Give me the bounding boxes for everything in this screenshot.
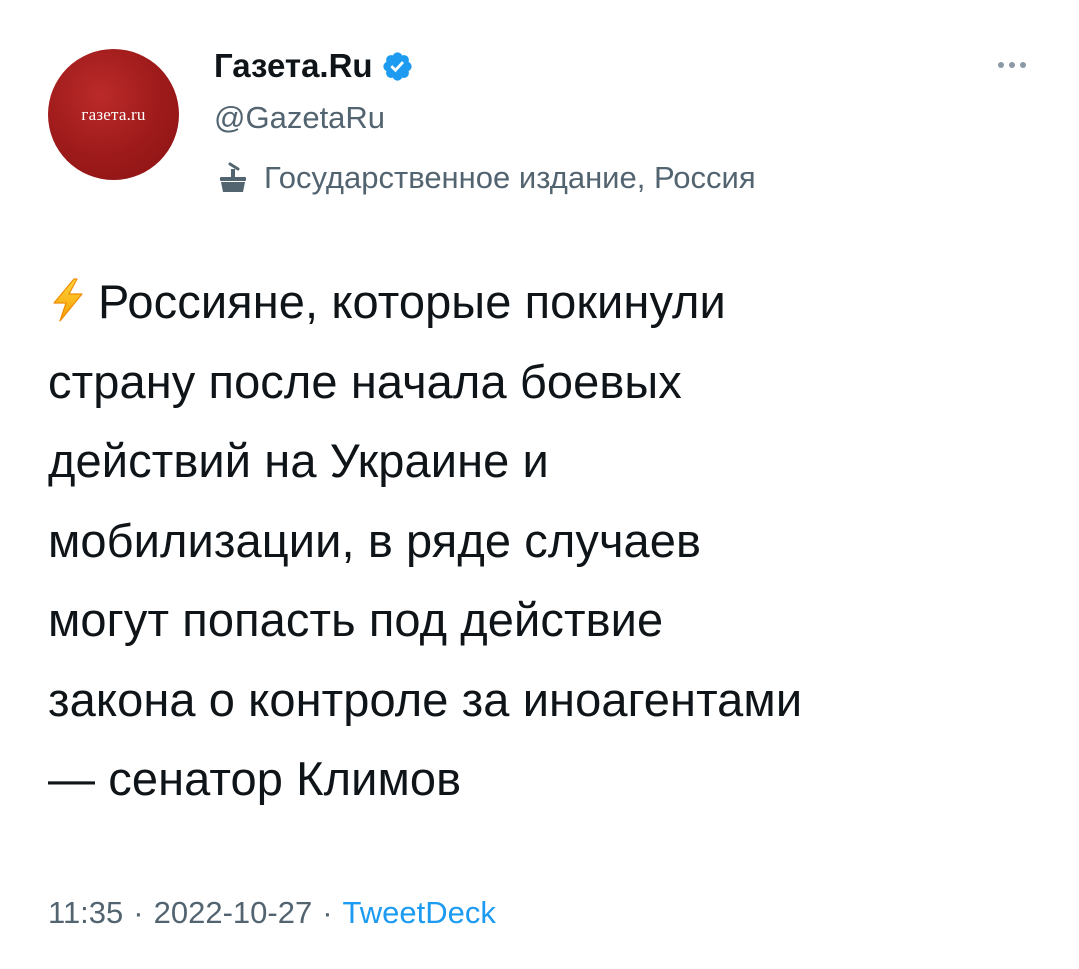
tweet: газета.ru Газета.Ru @GazetaRu Государств… [0,0,1079,969]
more-options-button[interactable] [986,50,1038,80]
name-row: Газета.Ru [214,44,414,88]
tweet-source-link[interactable]: TweetDeck [343,893,496,933]
display-name[interactable]: Газета.Ru [214,44,373,88]
state-media-icon [216,161,250,195]
tweet-meta: 11:35 · 2022-10-27 · TweetDeck [48,893,496,933]
state-media-text: Государственное издание, Россия [264,160,756,195]
tweet-body-text: Россияне, которые покинули страну после … [48,275,803,805]
tweet-date[interactable]: 2022-10-27 [154,893,313,933]
lightning-icon [48,266,88,322]
meta-separator: · [322,895,333,930]
more-dot-icon [1020,62,1026,68]
tweet-time[interactable]: 11:35 [48,893,123,933]
avatar-logo-text: газета.ru [81,104,146,124]
verified-badge-icon [381,50,414,83]
meta-separator: · [133,895,144,930]
tweet-header: газета.ru Газета.Ru @GazetaRu Государств… [48,40,1038,210]
state-media-label[interactable]: Государственное издание, Россия [216,158,756,198]
more-dot-icon [1009,62,1015,68]
tweet-text: Россияне, которые покинули страну после … [48,262,1038,819]
user-handle[interactable]: @GazetaRu [214,98,385,138]
avatar[interactable]: газета.ru [48,49,179,180]
more-dot-icon [998,62,1004,68]
